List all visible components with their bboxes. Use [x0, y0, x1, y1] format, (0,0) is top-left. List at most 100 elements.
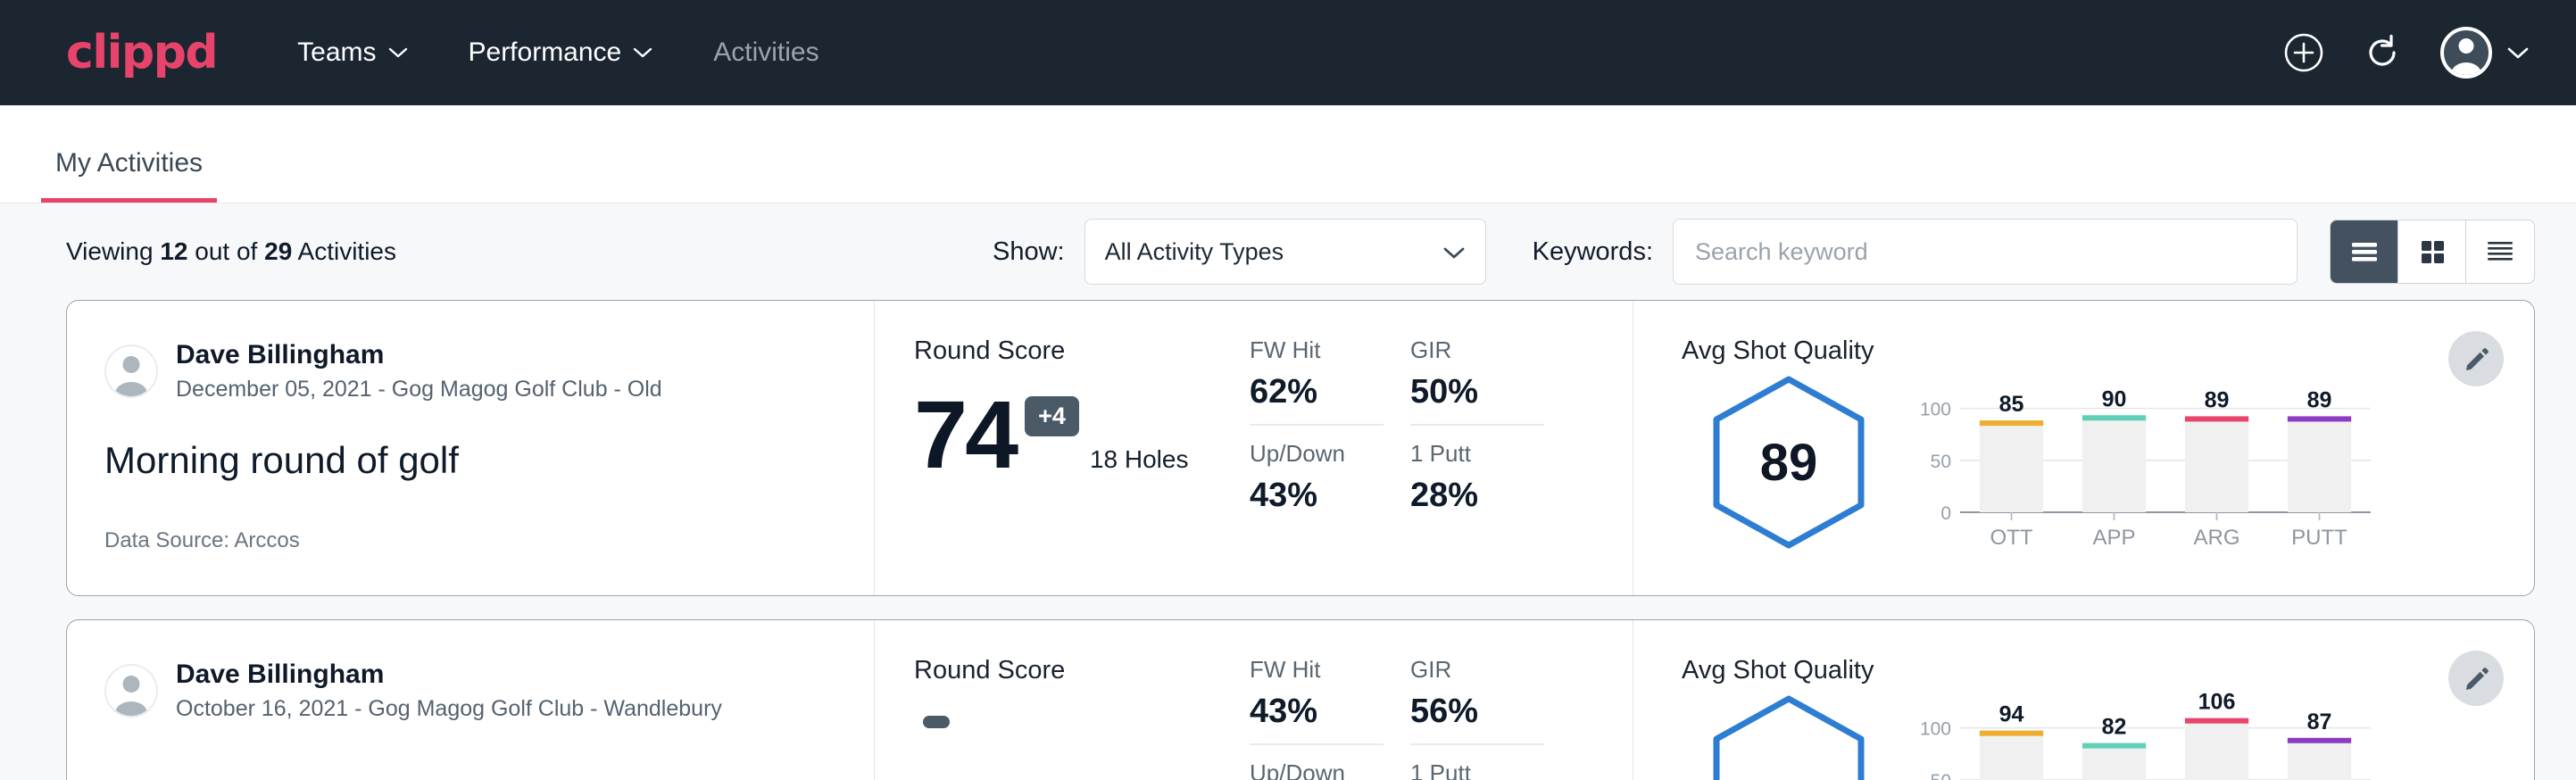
svg-text:50: 50	[1931, 452, 1951, 472]
nav-right-actions	[2283, 27, 2530, 79]
stat-up-down-value: 43%	[1250, 477, 1384, 515]
grid-view-icon	[2417, 237, 2447, 266]
stat-up-down-label: Up/Down	[1250, 759, 1384, 780]
filter-controls: Show: All Activity Types Keywords:	[993, 219, 2535, 285]
nav-item-teams-label: Teams	[297, 37, 376, 68]
round-score-column: Round Score 74 +4 18 Holes	[875, 301, 1250, 595]
svg-text:APP: APP	[2092, 526, 2135, 550]
quality-hexagon: 89	[1709, 375, 1868, 550]
activity-user-name: Dave Billingham	[176, 658, 722, 692]
svg-text:94: 94	[1999, 702, 2024, 727]
pencil-icon	[2462, 344, 2490, 373]
activity-data-source: Data Source: Arccos	[104, 528, 838, 553]
activity-title: Morning round of golf	[104, 439, 838, 482]
tab-my-activities[interactable]: My Activities	[41, 148, 217, 203]
compact-view-icon	[2483, 237, 2517, 266]
view-mode-list-button[interactable]	[2331, 220, 2398, 283]
viewing-count: 12	[160, 237, 187, 265]
svg-text:OTT: OTT	[1990, 526, 2033, 550]
avg-shot-quality-label: Avg Shot Quality	[1682, 336, 2534, 366]
viewing-prefix: Viewing	[66, 237, 154, 265]
round-score-label: Round Score	[914, 336, 1250, 366]
activity-meta: December 05, 2021 - Gog Magog Golf Club …	[176, 374, 662, 405]
view-mode-toggle-group	[2330, 220, 2535, 284]
round-stats-grid: FW Hit 43% GIR 56% Up/Down 1 Putt	[1250, 620, 1633, 780]
avg-shot-quality-body: 05010094OTT82APP106ARG87PUTT	[1682, 687, 2534, 780]
nav-item-teams[interactable]: Teams	[292, 29, 412, 77]
shot-quality-bar-chart[interactable]: 05010085OTT90APP89ARG89PUTT	[1912, 368, 2376, 555]
svg-text:100: 100	[1920, 719, 1951, 740]
stat-fw-hit: FW Hit 43%	[1250, 656, 1384, 745]
tab-my-activities-label: My Activities	[55, 148, 203, 178]
quality-hexagon-value	[1709, 694, 1868, 780]
stat-up-down: Up/Down	[1250, 759, 1384, 780]
stat-one-putt-label: 1 Putt	[1410, 440, 1544, 468]
activity-user-name: Dave Billingham	[176, 338, 662, 372]
activity-type-select[interactable]: All Activity Types	[1084, 219, 1486, 285]
view-mode-grid-button[interactable]	[2398, 220, 2466, 283]
clippd-logo[interactable]: clippd	[66, 26, 217, 79]
avg-shot-quality-body: 89 05010085OTT90APP89ARG89PUTT	[1682, 368, 2534, 555]
activity-card[interactable]: Dave Billingham December 05, 2021 - Gog …	[66, 300, 2535, 596]
stat-gir-label: GIR	[1410, 656, 1544, 684]
round-score-value-row	[914, 696, 1250, 775]
svg-text:ARG: ARG	[2193, 526, 2239, 550]
holes-played: 18 Holes	[1090, 445, 1189, 474]
round-score-value-row: 74 +4 18 Holes	[914, 377, 1250, 483]
chevron-down-icon	[1442, 238, 1466, 266]
activity-user: Dave Billingham December 05, 2021 - Gog …	[104, 338, 838, 405]
avg-shot-quality-label: Avg Shot Quality	[1682, 656, 2534, 685]
round-score-label: Round Score	[914, 656, 1250, 685]
stat-gir-value: 56%	[1410, 693, 1544, 731]
activity-card-list: Dave Billingham December 05, 2021 - Gog …	[0, 300, 2576, 780]
avg-shot-quality-column: Avg Shot Quality 89 05010085OTT90APP89AR…	[1633, 301, 2534, 595]
viewing-total: 29	[264, 237, 292, 265]
viewing-count-text: Viewing 12 out of 29 Activities	[66, 237, 396, 266]
svg-text:85: 85	[1999, 392, 2024, 417]
activity-meta: October 16, 2021 - Gog Magog Golf Club -…	[176, 693, 722, 725]
chevron-down-icon	[388, 46, 408, 59]
top-navigation-bar: clippd Teams Performance Activities	[0, 0, 2576, 105]
score-differential-badge	[923, 716, 950, 728]
tab-strip: My Activities	[0, 105, 2576, 203]
round-score-column: Round Score	[875, 620, 1250, 780]
nav-item-performance-label: Performance	[469, 37, 622, 68]
refresh-icon[interactable]	[2362, 32, 2403, 73]
svg-text:87: 87	[2307, 709, 2332, 734]
score-differential-badge: +4	[1025, 396, 1079, 436]
avg-shot-quality-column: Avg Shot Quality 05010094OTT82APP106ARG8…	[1633, 620, 2534, 780]
svg-text:PUTT: PUTT	[2291, 526, 2347, 550]
avatar	[104, 664, 158, 718]
round-stats-grid: FW Hit 62% GIR 50% Up/Down 43% 1 Putt 28…	[1250, 301, 1633, 595]
activity-card[interactable]: Dave Billingham October 16, 2021 - Gog M…	[66, 619, 2535, 780]
stat-fw-hit-value: 62%	[1250, 373, 1384, 411]
edit-activity-button[interactable]	[2448, 331, 2504, 386]
add-circle-icon[interactable]	[2283, 32, 2324, 73]
activity-type-select-value: All Activity Types	[1105, 238, 1442, 266]
viewing-mid: out of	[195, 237, 257, 265]
quality-hexagon-wrap: 89	[1682, 368, 1896, 550]
filter-bar: Viewing 12 out of 29 Activities Show: Al…	[0, 203, 2576, 300]
show-label: Show:	[993, 237, 1065, 267]
view-mode-compact-button[interactable]	[2466, 220, 2534, 283]
stat-gir-value: 50%	[1410, 373, 1544, 411]
pencil-icon	[2462, 664, 2490, 693]
account-avatar-icon	[2440, 27, 2492, 79]
nav-item-activities[interactable]: Activities	[708, 29, 824, 77]
search-input[interactable]	[1695, 238, 2275, 266]
stat-one-putt-label: 1 Putt	[1410, 759, 1544, 780]
avatar	[104, 344, 158, 398]
stat-one-putt: 1 Putt	[1410, 759, 1544, 780]
account-menu[interactable]	[2440, 27, 2530, 79]
activity-info-column: Dave Billingham December 05, 2021 - Gog …	[67, 301, 875, 595]
shot-quality-bar-chart[interactable]: 05010094OTT82APP106ARG87PUTT	[1912, 687, 2376, 780]
round-score-value: 74	[914, 386, 1016, 483]
svg-text:82: 82	[2102, 715, 2127, 740]
nav-item-activities-label: Activities	[713, 37, 819, 68]
search-keyword-box[interactable]	[1673, 219, 2298, 285]
edit-activity-button[interactable]	[2448, 651, 2504, 706]
svg-text:106: 106	[2198, 690, 2236, 715]
stat-one-putt-value: 28%	[1410, 477, 1544, 515]
nav-item-performance[interactable]: Performance	[463, 29, 659, 77]
quality-hexagon	[1709, 694, 1868, 780]
